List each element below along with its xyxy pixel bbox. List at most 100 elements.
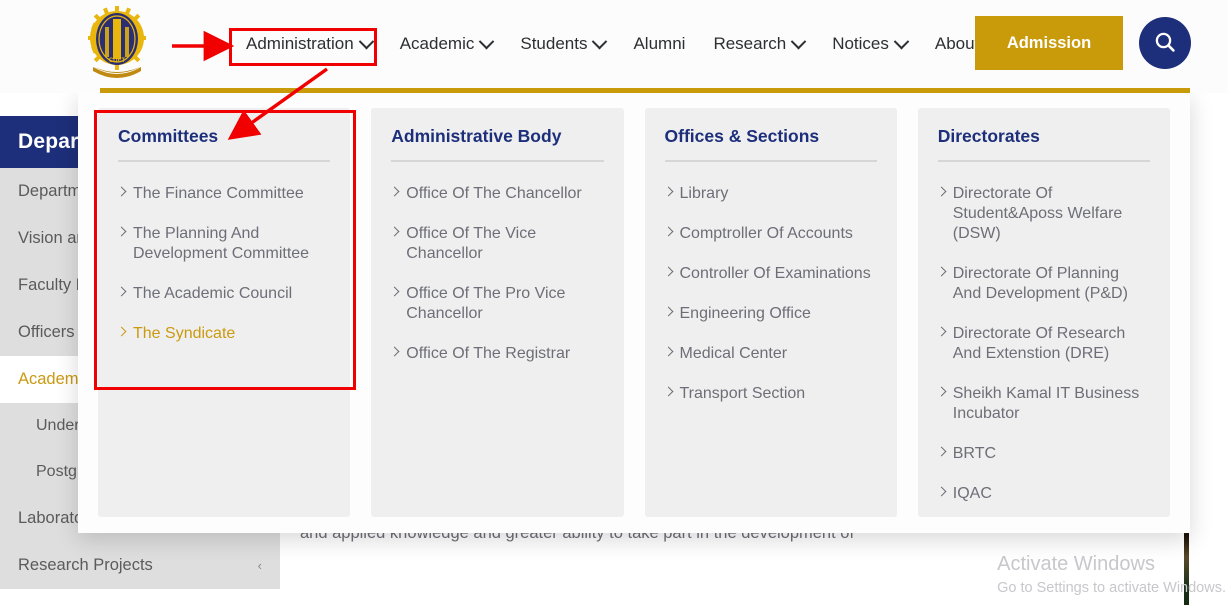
search-icon: [1153, 30, 1177, 57]
mega-link-label: Library: [680, 184, 729, 204]
mega-link[interactable]: Controller Of Examinations: [665, 254, 877, 294]
column-divider: [391, 160, 603, 162]
column-divider: [665, 160, 877, 162]
chevron-right-icon: [117, 327, 127, 337]
header-gold-divider: [100, 88, 1190, 93]
mega-link[interactable]: The Syndicate: [118, 314, 330, 354]
mega-link-label: Directorate Of Research And Extenstion (…: [953, 324, 1150, 364]
mega-link-label: Controller Of Examinations: [680, 264, 871, 284]
site-header: CUET Administration Academic Students Alumn…: [0, 0, 1228, 93]
nav-item-label: Notices: [832, 34, 889, 54]
chevron-right-icon: [936, 327, 946, 337]
nav-item-administration[interactable]: Administration: [232, 22, 386, 66]
chevron-right-icon: [936, 487, 946, 497]
cuet-logo-icon[interactable]: CUET: [88, 5, 146, 85]
administration-mega-dropdown: Committees The Finance Committee The Plann…: [78, 92, 1190, 533]
nav-item-academic[interactable]: Academic: [386, 22, 507, 66]
chevron-right-icon: [663, 387, 673, 397]
nav-item-research[interactable]: Research: [699, 22, 818, 66]
mega-link-label: BRTC: [953, 444, 996, 464]
chevron-down-icon: [791, 33, 807, 49]
primary-navigation: Administration Academic Students Alumni Rese…: [232, 0, 1011, 88]
mega-link[interactable]: Office Of The Chancellor: [391, 174, 603, 214]
mega-link[interactable]: Library: [665, 174, 877, 214]
mega-link[interactable]: Directorate Of Planning And Development …: [938, 254, 1150, 314]
chevron-right-icon: [663, 347, 673, 357]
chevron-down-icon: [894, 33, 910, 49]
mega-link[interactable]: BRTC: [938, 434, 1150, 474]
mega-link[interactable]: The Finance Committee: [118, 174, 330, 214]
mega-link[interactable]: Comptroller Of Accounts: [665, 214, 877, 254]
admission-button[interactable]: Admission: [975, 16, 1123, 70]
mega-link-label: The Syndicate: [133, 324, 235, 344]
chevron-right-icon: [663, 187, 673, 197]
windows-activation-watermark: Activate Windows Go to Settings to activ…: [997, 551, 1226, 599]
chevron-right-icon: [663, 307, 673, 317]
chevron-down-icon: [479, 33, 495, 49]
mega-link[interactable]: Directorate Of Student&Aposs Welfare (DS…: [938, 174, 1150, 254]
mega-link[interactable]: The Planning And Development Committee: [118, 214, 330, 274]
mega-link-label: Directorate Of Planning And Development …: [953, 264, 1150, 304]
mega-column-directorates: Directorates Directorate Of Student&Aposs…: [918, 108, 1170, 517]
chevron-right-icon: [936, 387, 946, 397]
mega-link-label: Directorate Of Student&Aposs Welfare (DS…: [953, 184, 1150, 244]
column-divider: [118, 160, 330, 162]
mega-column-title: Offices & Sections: [665, 126, 877, 160]
mega-link-label: Medical Center: [680, 344, 788, 364]
mega-link[interactable]: Engineering Office: [665, 294, 877, 334]
mega-link[interactable]: Transport Section: [665, 374, 877, 414]
mega-link[interactable]: The Academic Council: [118, 274, 330, 314]
chevron-down-icon: [358, 33, 374, 49]
chevron-right-icon: [390, 287, 400, 297]
chevron-left-icon: ‹: [258, 558, 262, 573]
chevron-right-icon: [936, 187, 946, 197]
mega-link[interactable]: Directorate Of Research And Extenstion (…: [938, 314, 1150, 374]
mega-link[interactable]: Office Of The Pro Vice Chancellor: [391, 274, 603, 334]
search-button[interactable]: [1139, 17, 1191, 69]
nav-item-label: About: [935, 34, 979, 54]
page-root: Department Department OverviewVision and…: [0, 0, 1228, 605]
nav-item-label: Alumni: [633, 34, 685, 54]
nav-item-label: Administration: [246, 34, 354, 54]
watermark-subtitle: Go to Settings to activate Windows.: [997, 577, 1226, 599]
mega-link-label: The Planning And Development Committee: [133, 224, 330, 264]
chevron-right-icon: [390, 187, 400, 197]
mega-column-title: Committees: [118, 126, 330, 160]
chevron-down-icon: [592, 33, 608, 49]
sidebar-item-research-projects[interactable]: Research Projects ‹: [0, 542, 280, 589]
nav-item-label: Research: [713, 34, 786, 54]
mega-link[interactable]: Office Of The Registrar: [391, 334, 603, 374]
mega-link[interactable]: Sheikh Kamal IT Business Incubator: [938, 374, 1150, 434]
chevron-right-icon: [117, 187, 127, 197]
watermark-title: Activate Windows: [997, 551, 1226, 577]
mega-link[interactable]: Medical Center: [665, 334, 877, 374]
chevron-right-icon: [117, 227, 127, 237]
mega-link[interactable]: Office Of The Vice Chancellor: [391, 214, 603, 274]
sidebar-item-label: Research Projects: [18, 556, 153, 575]
mega-link-label: Engineering Office: [680, 304, 811, 324]
mega-link[interactable]: IQAC: [938, 474, 1150, 514]
mega-column-committees: Committees The Finance Committee The Plann…: [98, 108, 350, 517]
chevron-right-icon: [663, 267, 673, 277]
mega-link-label: Comptroller Of Accounts: [680, 224, 853, 244]
mega-link-label: Office Of The Vice Chancellor: [406, 224, 603, 264]
column-divider: [938, 160, 1150, 162]
mega-link-label: Sheikh Kamal IT Business Incubator: [953, 384, 1150, 424]
mega-column-title: Directorates: [938, 126, 1150, 160]
chevron-right-icon: [390, 347, 400, 357]
chevron-right-icon: [117, 287, 127, 297]
mega-link-label: Office Of The Chancellor: [406, 184, 582, 204]
svg-text:CUET: CUET: [109, 58, 126, 64]
chevron-right-icon: [663, 227, 673, 237]
mega-link-label: The Academic Council: [133, 284, 292, 304]
chevron-right-icon: [936, 267, 946, 277]
mega-column-administrative-body: Administrative BodyOffice Of The Chancel…: [371, 108, 623, 517]
mega-link-label: The Finance Committee: [133, 184, 304, 204]
nav-item-alumni[interactable]: Alumni: [619, 22, 699, 66]
nav-item-label: Students: [520, 34, 587, 54]
nav-item-notices[interactable]: Notices: [818, 22, 921, 66]
chevron-right-icon: [936, 447, 946, 457]
nav-item-label: Academic: [400, 34, 475, 54]
mega-link-label: IQAC: [953, 484, 992, 504]
nav-item-students[interactable]: Students: [506, 22, 619, 66]
